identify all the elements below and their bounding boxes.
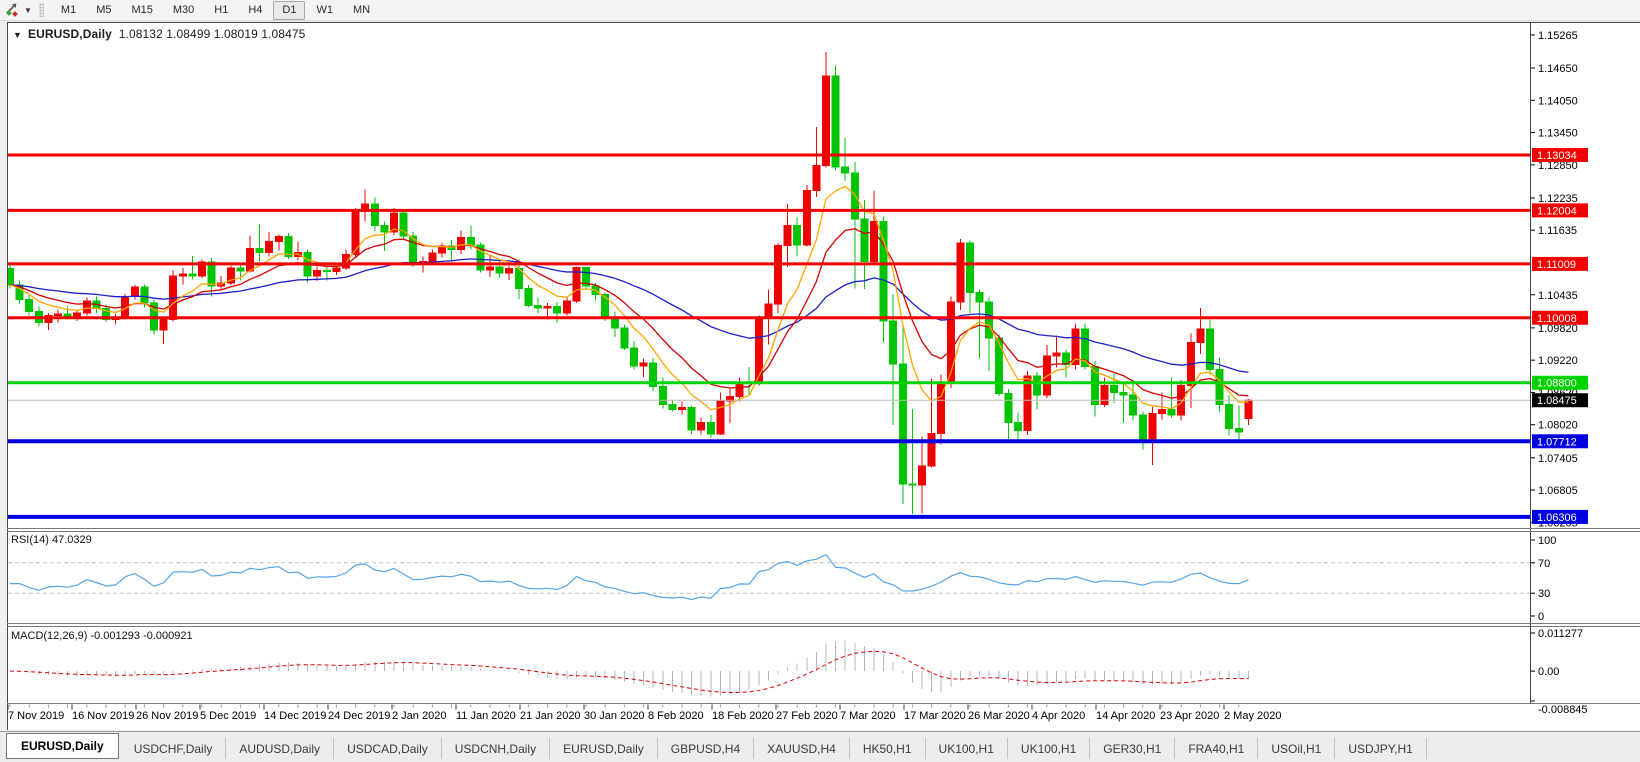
svg-text:27 Feb 2020: 27 Feb 2020 <box>776 710 838 722</box>
svg-text:2 May 2020: 2 May 2020 <box>1224 710 1281 722</box>
svg-text:4 Apr 2020: 4 Apr 2020 <box>1032 710 1085 722</box>
svg-text:1.06306: 1.06306 <box>1537 512 1577 524</box>
svg-text:30 Jan 2020: 30 Jan 2020 <box>584 710 645 722</box>
svg-text:1.11009: 1.11009 <box>1537 259 1576 271</box>
svg-text:26 Mar 2020: 26 Mar 2020 <box>968 710 1030 722</box>
svg-text:1.10008: 1.10008 <box>1537 313 1577 325</box>
svg-text:1.11635: 1.11635 <box>1538 225 1577 237</box>
svg-text:1.08800: 1.08800 <box>1537 378 1577 390</box>
svg-text:8 Feb 2020: 8 Feb 2020 <box>648 710 704 722</box>
svg-text:26 Nov 2019: 26 Nov 2019 <box>136 710 198 722</box>
chart-title: ▼ EURUSD,Daily 1.08132 1.08499 1.08019 1.… <box>13 27 305 41</box>
svg-text:1.14650: 1.14650 <box>1538 63 1578 75</box>
svg-text:1.13034: 1.13034 <box>1537 150 1577 162</box>
svg-text:1.14050: 1.14050 <box>1538 95 1578 107</box>
rsi-indicator-label: RSI(14) 47.0329 <box>11 534 92 546</box>
svg-text:1.07712: 1.07712 <box>1537 436 1577 448</box>
svg-text:24 Dec 2019: 24 Dec 2019 <box>328 710 390 722</box>
svg-text:23 Apr 2020: 23 Apr 2020 <box>1160 710 1219 722</box>
svg-text:1.09220: 1.09220 <box>1538 355 1578 367</box>
svg-text:11 Jan 2020: 11 Jan 2020 <box>456 710 516 722</box>
svg-text:1.08475: 1.08475 <box>1537 395 1577 407</box>
price-chart-canvas[interactable]: 1.152651.146501.140501.134501.128501.122… <box>0 0 1640 762</box>
trading-platform-window: { "toolbar": { "chart_tool_icon": "chart… <box>0 0 1640 762</box>
svg-text:16 Nov 2019: 16 Nov 2019 <box>72 710 134 722</box>
svg-text:1.10435: 1.10435 <box>1538 290 1578 302</box>
svg-text:14 Dec 2019: 14 Dec 2019 <box>264 710 326 722</box>
svg-text:2 Jan 2020: 2 Jan 2020 <box>392 710 446 722</box>
svg-text:1.06805: 1.06805 <box>1538 485 1578 497</box>
svg-text:17 Mar 2020: 17 Mar 2020 <box>904 710 966 722</box>
svg-text:1.12004: 1.12004 <box>1537 205 1577 217</box>
svg-text:0.00: 0.00 <box>1538 666 1559 678</box>
svg-text:-0.008845: -0.008845 <box>1538 704 1588 716</box>
svg-text:0.011277: 0.011277 <box>1538 628 1583 640</box>
svg-text:0: 0 <box>1538 611 1544 623</box>
svg-text:1.08020: 1.08020 <box>1538 420 1578 432</box>
svg-text:1.13450: 1.13450 <box>1538 128 1578 140</box>
svg-text:7 Nov 2019: 7 Nov 2019 <box>8 710 64 722</box>
svg-text:21 Jan 2020: 21 Jan 2020 <box>520 710 581 722</box>
svg-text:30: 30 <box>1538 588 1550 600</box>
svg-text:1.07405: 1.07405 <box>1538 453 1578 465</box>
svg-text:1.12235: 1.12235 <box>1538 193 1578 205</box>
svg-text:1.15265: 1.15265 <box>1538 30 1578 42</box>
svg-text:5 Dec 2019: 5 Dec 2019 <box>200 710 256 722</box>
svg-text:18 Feb 2020: 18 Feb 2020 <box>712 710 774 722</box>
svg-text:7 Mar 2020: 7 Mar 2020 <box>840 710 896 722</box>
chart-symbol-label: EURUSD,Daily <box>28 27 112 41</box>
chart-ohlc-values: 1.08132 1.08499 1.08019 1.08475 <box>119 27 306 41</box>
svg-text:70: 70 <box>1538 558 1550 570</box>
macd-indicator-label: MACD(12,26,9) -0.001293 -0.000921 <box>11 630 193 642</box>
svg-text:14 Apr 2020: 14 Apr 2020 <box>1096 710 1155 722</box>
svg-text:100: 100 <box>1538 535 1556 547</box>
collapse-triangle-icon[interactable]: ▼ <box>13 30 22 40</box>
